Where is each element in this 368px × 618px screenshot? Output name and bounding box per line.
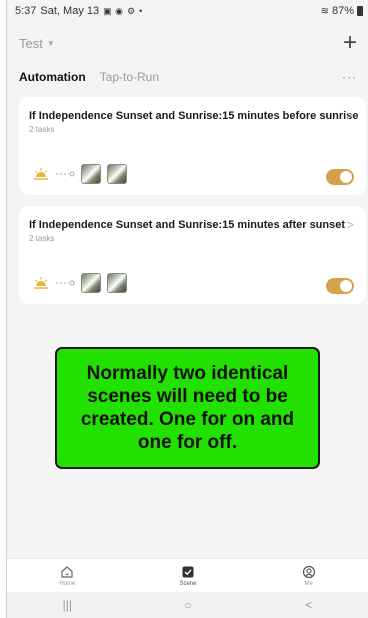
tab-automation[interactable]: Automation [19,70,86,84]
sunset-icon [34,277,48,289]
nav-home-label: Home [59,580,76,587]
nav-scene[interactable]: Scene [158,565,218,587]
annotation-callout: Normally two identical scenes will need … [55,347,320,469]
nav-me[interactable]: Me [279,565,339,587]
toggle-knob [340,171,352,183]
top-bar: Test ▼ + [7,28,368,58]
arrow-connector-icon [56,280,75,286]
automation-toggle[interactable] [326,278,354,294]
system-home-button[interactable]: ○ [158,598,218,612]
dot-icon: • [139,5,143,16]
status-bar: 5:37 Sat, May 13 ▣ ◉ ⚙ • ≋ 87% [7,0,368,22]
home-name: Test [19,35,43,51]
nav-me-label: Me [304,580,313,587]
toggle-knob [340,280,352,292]
back-button[interactable]: < [279,598,339,612]
automation-title: If Independence Sunset and Sunrise:15 mi… [29,219,346,231]
status-left: 5:37 Sat, May 13 ▣ ◉ ⚙ • [15,5,148,17]
recents-button[interactable]: ||| [37,598,97,612]
chevron-right-icon: > [346,108,354,123]
device-thumbnail [81,164,101,184]
automation-flow [33,273,127,293]
callout-text: Normally two identical scenes will need … [80,363,295,453]
automation-toggle[interactable] [326,169,354,185]
battery-percent: 87% [331,5,354,17]
profile-icon [302,565,315,578]
sunrise-icon [34,168,48,180]
device-thumbnail [81,273,101,293]
add-button[interactable]: + [343,31,357,55]
arrow-connector-icon [56,171,75,177]
automation-card[interactable]: If Independence Sunset and Sunrise:15 mi… [19,206,366,304]
nav-scene-label: Scene [179,580,197,587]
device-thumbnail [107,273,127,293]
tab-bar: Automation Tap-to-Run ··· [7,66,368,88]
device-thumbnail [107,164,127,184]
notification-icons: ▣ ◉ ⚙ • [103,5,148,16]
nav-home[interactable]: Home [37,565,97,587]
battery-icon [357,6,363,16]
chevron-right-icon: > [346,217,354,232]
status-time: 5:37 [15,5,37,17]
home-icon [61,565,73,578]
automation-task-count: 2 tasks [29,234,55,243]
automation-title: If Independence Sunset and Sunrise:15 mi… [29,110,359,122]
home-selector[interactable]: Test ▼ [19,36,55,51]
wifi-icon: ≋ [320,5,329,17]
tab-tap-to-run[interactable]: Tap-to-Run [100,70,159,84]
bottom-nav: Home Scene Me [7,558,368,592]
automation-card[interactable]: If Independence Sunset and Sunrise:15 mi… [19,97,366,195]
app-frame: 5:37 Sat, May 13 ▣ ◉ ⚙ • ≋ 87% Test ▼ + … [6,0,368,618]
chevron-down-icon: ▼ [46,38,55,48]
scene-check-icon [182,566,194,577]
automation-task-count: 2 tasks [29,125,55,134]
status-right: ≋ 87% [321,5,363,17]
status-date: Sat, May 13 [40,5,100,17]
settings-icon: ⚙ [127,5,136,16]
image-icon: ▣ [103,5,112,16]
automation-flow [33,164,127,184]
system-nav-bar: ||| ○ < [7,592,368,618]
messenger-icon: ◉ [115,5,123,16]
more-options-button[interactable]: ··· [342,70,357,84]
